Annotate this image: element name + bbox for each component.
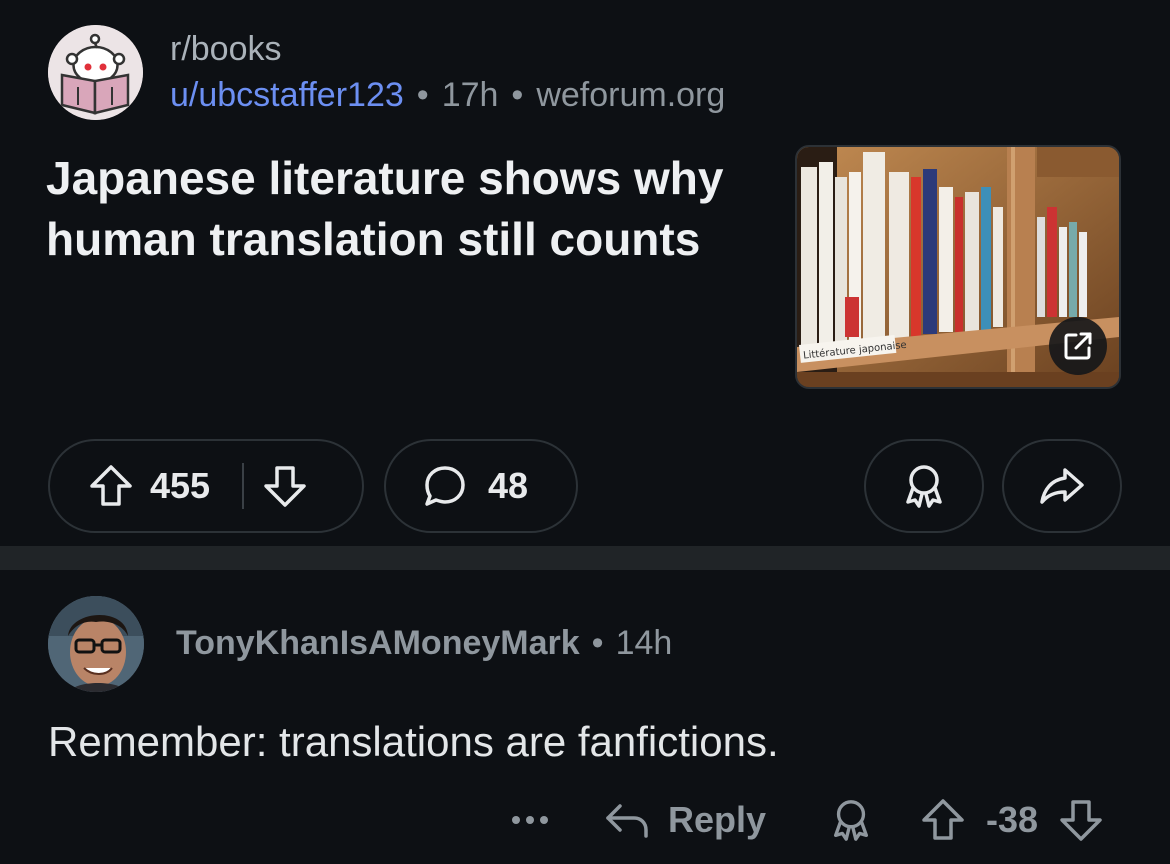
subreddit-name[interactable]: r/books	[170, 30, 282, 69]
upvote-icon[interactable]	[88, 463, 134, 509]
comment-award-button[interactable]	[828, 790, 874, 850]
share-button[interactable]	[1002, 439, 1122, 533]
section-divider	[0, 546, 1170, 570]
vote-control: 455	[48, 439, 364, 533]
award-icon	[828, 797, 874, 843]
reply-label: Reply	[668, 799, 767, 840]
award-icon	[900, 462, 948, 510]
post-thumbnail[interactable]: Littérature japonaise	[795, 145, 1121, 389]
comment-count: 48	[488, 465, 529, 506]
upvote-count: 455	[150, 465, 211, 506]
upvote-icon[interactable]	[920, 797, 966, 843]
award-button[interactable]	[864, 439, 984, 533]
subreddit-avatar[interactable]	[48, 25, 143, 120]
post-age: 17h	[441, 76, 499, 114]
more-options-button[interactable]	[510, 790, 554, 850]
external-link-icon	[1062, 330, 1094, 362]
external-link-button[interactable]	[1049, 317, 1107, 375]
downvote-icon[interactable]	[1058, 797, 1104, 843]
comments-button[interactable]: 48	[384, 439, 578, 533]
more-icon	[510, 814, 550, 826]
post-domain[interactable]: weforum.org	[536, 76, 725, 114]
post-meta: u/ubcstaffer123 • 17h • weforum.org	[170, 76, 725, 115]
reply-button[interactable]: Reply	[604, 790, 766, 850]
comment-body: Remember: translations are fanfictions.	[48, 718, 779, 765]
comment-age: 14h	[615, 624, 673, 662]
comment-meta: TonyKhanIsAMoneyMark • 14h	[176, 624, 672, 663]
share-icon	[1038, 462, 1086, 510]
post-author[interactable]: u/ubcstaffer123	[170, 76, 404, 114]
downvote-icon[interactable]	[262, 463, 308, 509]
comment-icon	[422, 463, 468, 509]
meta-separator: •	[511, 76, 524, 114]
meta-separator: •	[416, 76, 429, 114]
comment-score: -38	[986, 799, 1039, 840]
vote-divider	[242, 463, 245, 509]
commenter-avatar[interactable]	[48, 596, 144, 692]
post-title[interactable]: Japanese literature shows why human tran…	[46, 148, 746, 270]
comment-vote-control: -38	[920, 790, 1104, 850]
comment-author[interactable]: TonyKhanIsAMoneyMark	[176, 624, 580, 662]
reply-icon	[604, 800, 650, 840]
meta-separator: •	[591, 624, 604, 662]
